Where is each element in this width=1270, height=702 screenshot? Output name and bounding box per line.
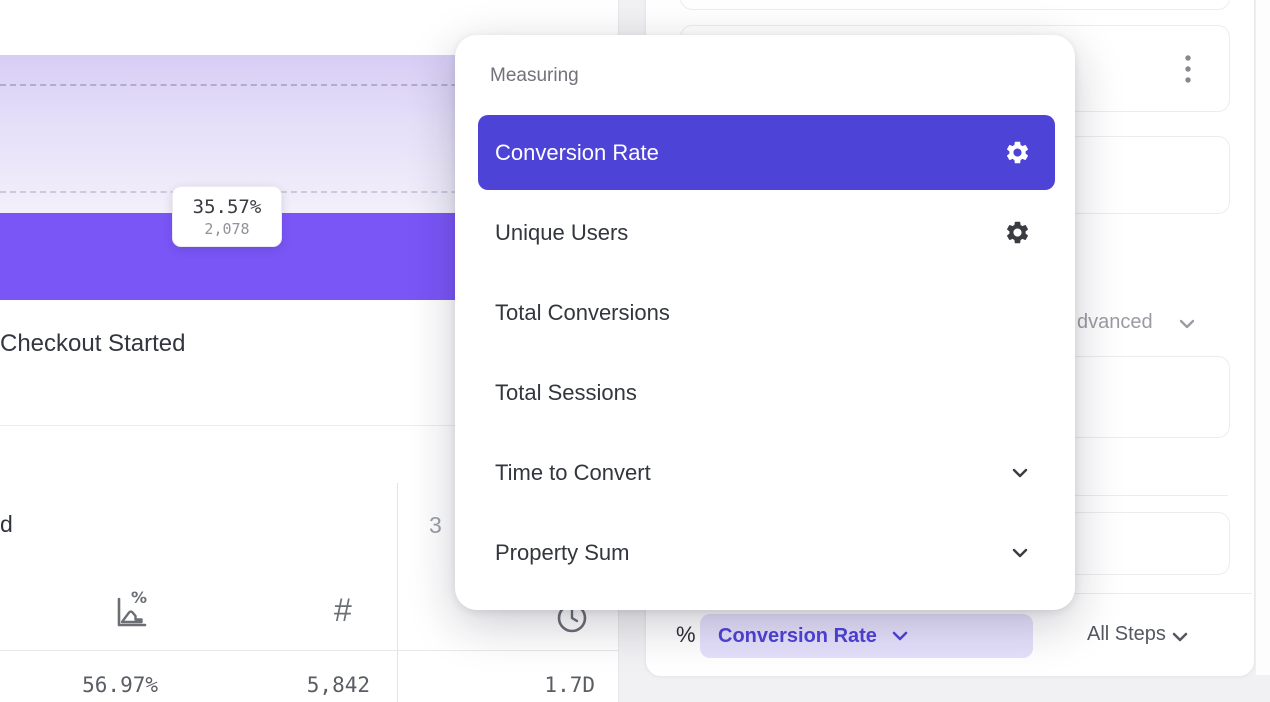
table-cell-conversion-rate: 56.97% <box>38 673 158 697</box>
menu-item-label: Total Conversions <box>495 300 1055 326</box>
measurement-pill-label: Conversion Rate <box>718 625 877 648</box>
all-steps-selector[interactable]: All Steps <box>1087 623 1166 646</box>
advanced-toggle[interactable]: dvanced <box>1077 311 1153 334</box>
gear-icon[interactable] <box>1004 219 1031 246</box>
chevron-down-icon <box>1168 626 1192 648</box>
menu-item-unique-users[interactable]: Unique Users <box>478 195 1055 270</box>
chevron-down-icon <box>1009 463 1031 483</box>
kebab-menu-button[interactable] <box>1178 48 1198 90</box>
gear-icon[interactable] <box>1004 139 1031 166</box>
menu-item-label: Unique Users <box>495 220 1004 246</box>
menu-item-conversion-rate[interactable]: Conversion Rate <box>478 115 1055 190</box>
chevron-down-icon <box>1176 314 1198 334</box>
table-cell-count: 5,842 <box>250 673 370 697</box>
menu-item-time-to-convert[interactable]: Time to Convert <box>478 435 1055 510</box>
funnel-step-label: Checkout Started <box>0 330 185 358</box>
step2-label-fragment: d <box>0 511 13 538</box>
tooltip-count: 2,078 <box>204 220 249 238</box>
measurement-pill-button[interactable]: Conversion Rate <box>700 614 1033 658</box>
chevron-down-icon <box>1009 543 1031 563</box>
svg-text:%: % <box>131 588 147 607</box>
conversion-rate-icon: % <box>108 587 152 633</box>
menu-item-label: Conversion Rate <box>495 140 1004 166</box>
table-header-underline <box>0 650 618 651</box>
table-column-divider <box>397 483 398 702</box>
app-screenshot: 35.57% 2,078 Checkout Started d 3 % # <box>0 0 1270 702</box>
measuring-dropdown: Measuring Conversion Rate Unique Users T… <box>455 35 1075 610</box>
table-cell-time-to-convert: 1.7D <box>480 673 595 697</box>
menu-item-total-conversions[interactable]: Total Conversions <box>478 275 1055 350</box>
number-icon: # <box>334 592 352 629</box>
page-margin <box>1256 0 1270 675</box>
menu-item-label: Total Sessions <box>495 380 1055 406</box>
query-row-card-top <box>680 0 1230 10</box>
chevron-down-icon <box>889 626 911 646</box>
step3-number: 3 <box>429 512 442 539</box>
menu-item-label: Time to Convert <box>495 460 1009 486</box>
menu-item-label: Property Sum <box>495 540 1009 566</box>
funnel-tooltip: 35.57% 2,078 <box>172 186 282 247</box>
menu-item-property-sum[interactable]: Property Sum <box>478 515 1055 590</box>
tooltip-rate: 35.57% <box>193 196 262 218</box>
measurement-prefix: % <box>676 622 696 648</box>
dropdown-title: Measuring <box>490 65 579 87</box>
menu-item-total-sessions[interactable]: Total Sessions <box>478 355 1055 430</box>
